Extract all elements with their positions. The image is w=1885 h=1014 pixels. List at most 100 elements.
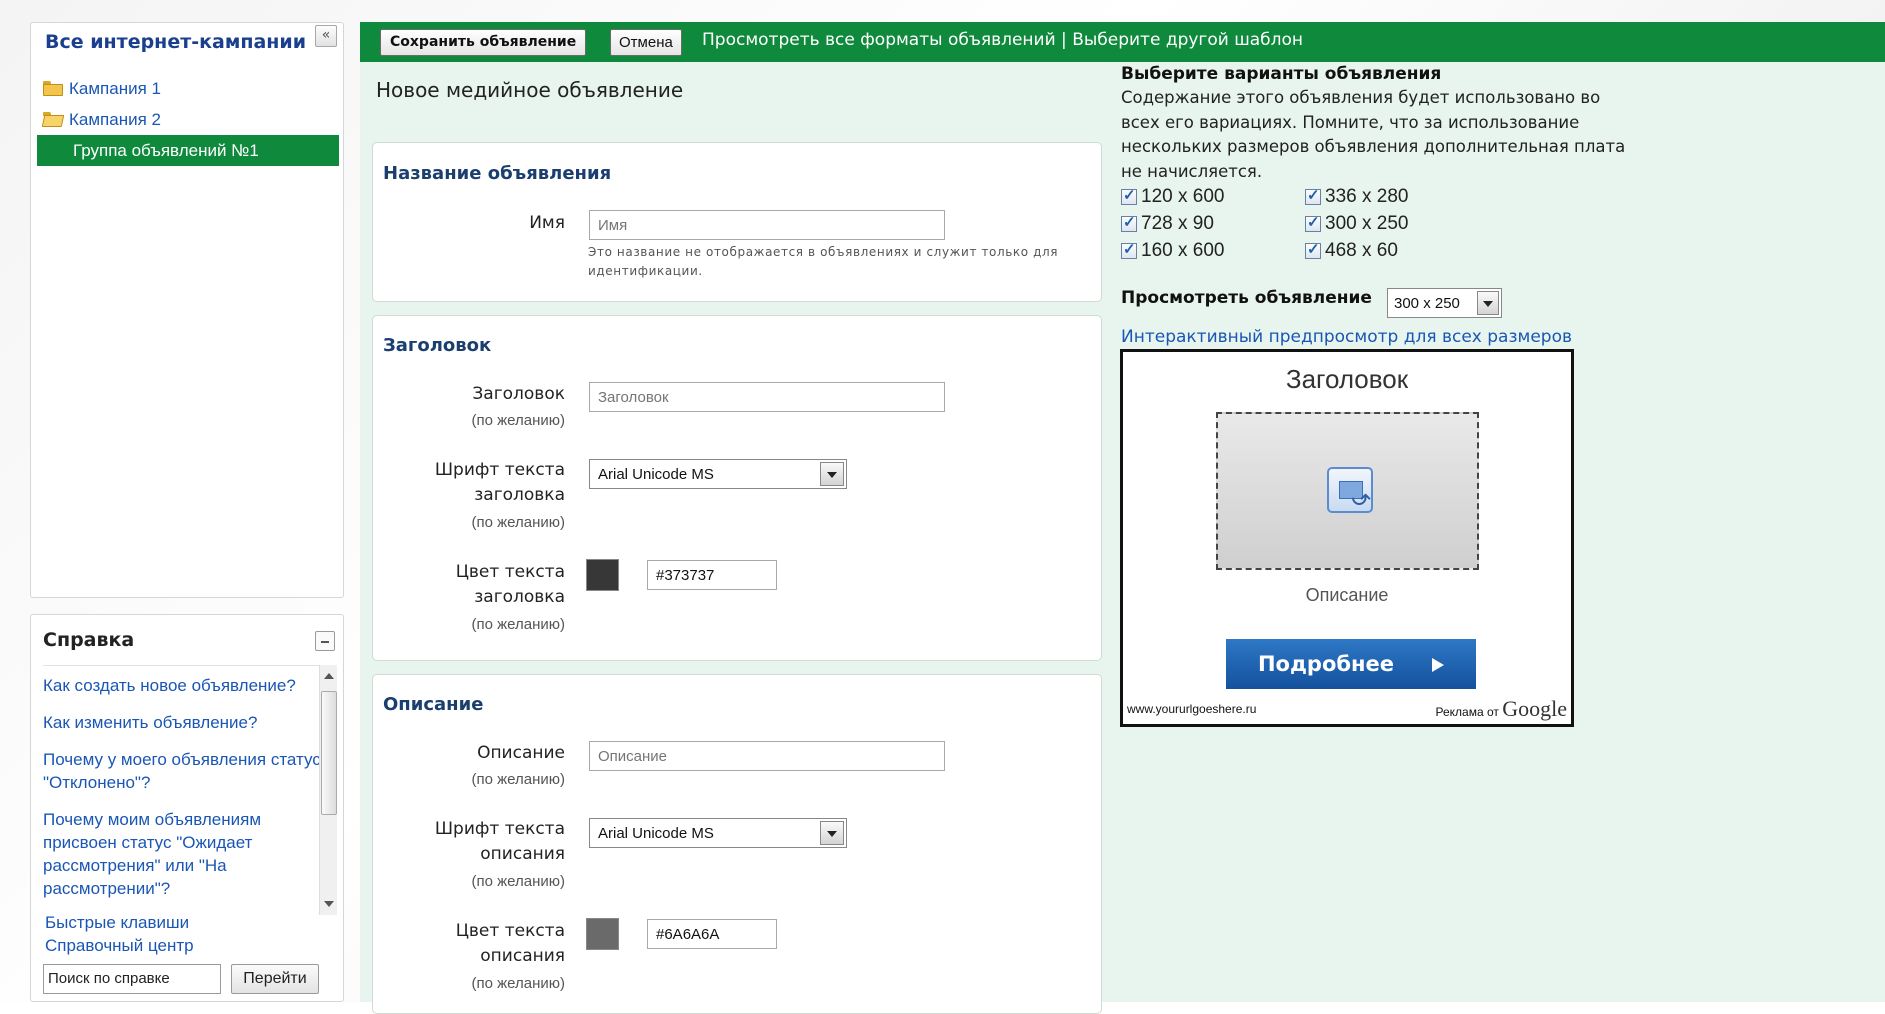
campaign-tree: Кампания 1 Кампания 2 Группа объявлений … [37, 73, 343, 166]
help-go-button[interactable]: Перейти [231, 964, 319, 994]
checkbox-checked-icon[interactable] [1121, 213, 1137, 232]
minimize-icon[interactable] [315, 631, 335, 651]
help-search-input[interactable]: Поиск по справке [43, 964, 221, 994]
help-scrollbar[interactable] [319, 665, 337, 915]
select-value: 300 x 250 [1394, 295, 1460, 312]
size-checkbox[interactable]: 120 x 600 [1121, 186, 1224, 208]
tree-item-label: Кампания 2 [69, 109, 161, 129]
tree-item-label: Группа объявлений №1 [73, 140, 259, 160]
headline-label: Заголовок [472, 384, 565, 404]
description-color-label: Цвет текста описания [455, 921, 565, 966]
headline-color-swatch[interactable] [586, 559, 619, 591]
description-color-input[interactable]: #6A6A6A [647, 919, 777, 949]
help-links-list: Как создать новое объявление? Как измени… [43, 665, 328, 915]
toolbar-links: Просмотреть все форматы объявлений | Выб… [702, 30, 1303, 50]
toolbar: Сохранить объявление Отмена Просмотреть … [360, 22, 1885, 62]
scroll-thumb[interactable] [321, 691, 337, 815]
optional-note: (по желанию) [471, 975, 565, 992]
size-checkbox[interactable]: 728 x 90 [1121, 213, 1214, 235]
description-input[interactable] [589, 741, 945, 771]
ad-preview: Заголовок Описание Подробнее www.yoururl… [1120, 349, 1574, 727]
chevron-down-icon[interactable] [820, 462, 844, 486]
campaign-tree-panel: Все интернет-кампании « Кампания 1 Кампа… [30, 22, 344, 598]
headline-input[interactable] [589, 382, 945, 412]
variants-description: Содержание этого объявления будет исполь… [1121, 88, 1626, 181]
description-panel: Описание Описание (по желанию) Шрифт тек… [372, 674, 1102, 1014]
panel-title: Название объявления [383, 163, 612, 184]
tree-item-label: Кампания 1 [69, 78, 161, 98]
headline-font-select[interactable]: Arial Unicode MS [589, 459, 847, 489]
ad-title: Заголовок [1285, 364, 1409, 394]
name-input[interactable] [589, 210, 945, 240]
size-label: 728 x 90 [1141, 213, 1214, 234]
tree-item-campaign-2[interactable]: Кампания 2 [41, 104, 343, 135]
help-link[interactable]: Почему у моего объявления статус "Отклон… [43, 748, 328, 794]
ad-name-panel: Название объявления Имя Это название не … [372, 142, 1102, 302]
cancel-button[interactable]: Отмена [610, 29, 682, 56]
checkbox-checked-icon[interactable] [1121, 240, 1137, 259]
size-checkbox[interactable]: 160 x 600 [1121, 240, 1224, 262]
headline-color-label: Цвет текста заголовка [455, 562, 565, 607]
scroll-up-icon[interactable] [324, 673, 334, 679]
headline-font-label: Шрифт текста заголовка [434, 460, 565, 505]
scroll-down-icon[interactable] [324, 901, 334, 907]
optional-note: (по желанию) [471, 771, 565, 788]
size-label: 336 x 280 [1325, 186, 1409, 207]
checkbox-checked-icon[interactable] [1305, 186, 1321, 205]
image-upload-icon [1327, 467, 1373, 513]
optional-note: (по желанию) [471, 873, 565, 890]
ad-button-label: Подробнее [1257, 652, 1395, 676]
name-label: Имя [529, 213, 565, 233]
chevron-down-icon[interactable] [1477, 291, 1499, 315]
play-arrow-icon [1432, 658, 1445, 672]
ad-more-button: Подробнее [1226, 639, 1476, 689]
panel-title: Заголовок [383, 335, 492, 356]
optional-note: (по желанию) [471, 616, 565, 633]
view-all-formats-link[interactable]: Просмотреть все форматы объявлений [702, 30, 1056, 50]
description-label: Описание [477, 743, 565, 763]
help-link[interactable]: Почему моим объявлениям присвоен статус … [43, 808, 328, 900]
folder-icon [43, 81, 63, 96]
optional-note: (по желанию) [471, 514, 565, 531]
description-font-select[interactable]: Arial Unicode MS [589, 818, 847, 848]
ads-by-google: Реклама от Google [1436, 696, 1567, 722]
headline-panel: Заголовок Заголовок (по желанию) Шрифт т… [372, 315, 1102, 661]
all-campaigns-link[interactable]: Все интернет-кампании [45, 31, 306, 53]
tree-item-campaign-1[interactable]: Кампания 1 [43, 73, 343, 104]
checkbox-checked-icon[interactable] [1305, 213, 1321, 232]
shortcuts-link[interactable]: Быстрые клавиши [45, 911, 194, 934]
checkbox-checked-icon[interactable] [1305, 240, 1321, 259]
checkbox-checked-icon[interactable] [1121, 186, 1137, 205]
description-font-label: Шрифт текста описания [434, 819, 565, 864]
select-value: Arial Unicode MS [598, 466, 714, 483]
tree-item-ad-group-1[interactable]: Группа объявлений №1 [37, 135, 339, 166]
help-link[interactable]: Как создать новое объявление? [43, 674, 328, 697]
ad-image-placeholder[interactable] [1216, 412, 1479, 570]
size-checkbox[interactable]: 468 x 60 [1305, 240, 1398, 262]
folder-open-icon [41, 112, 65, 127]
page-title: Новое медийное объявление [376, 78, 684, 102]
help-center-link[interactable]: Справочный центр [45, 934, 194, 957]
help-title: Справка [43, 629, 135, 651]
help-panel: Справка Как создать новое объявление? Ка… [30, 614, 344, 1002]
toolbar-separator: | [1055, 30, 1073, 50]
select-value: Arial Unicode MS [598, 825, 714, 842]
collapse-sidebar-button[interactable]: « [315, 25, 337, 47]
description-color-swatch[interactable] [586, 918, 619, 950]
chevron-down-icon[interactable] [820, 821, 844, 845]
choose-template-link[interactable]: Выберите другой шаблон [1072, 30, 1303, 50]
size-checkbox[interactable]: 336 x 280 [1305, 186, 1408, 208]
interactive-preview-link[interactable]: Интерактивный предпросмотр для всех разм… [1121, 327, 1572, 347]
preview-size-select[interactable]: 300 x 250 [1387, 288, 1502, 318]
main-content: Сохранить объявление Отмена Просмотреть … [360, 22, 1885, 1014]
panel-title: Описание [383, 694, 484, 715]
size-label: 160 x 600 [1141, 240, 1225, 261]
variants-title: Выберите варианты объявления [1121, 64, 1442, 84]
google-logo: Google [1502, 696, 1567, 721]
size-checkbox[interactable]: 300 x 250 [1305, 213, 1408, 235]
save-ad-button[interactable]: Сохранить объявление [380, 29, 587, 56]
help-link[interactable]: Как изменить объявление? [43, 711, 328, 734]
headline-color-input[interactable]: #373737 [647, 560, 777, 590]
name-hint: Это название не отображается в объявлени… [588, 245, 1059, 278]
optional-note: (по желанию) [471, 412, 565, 429]
